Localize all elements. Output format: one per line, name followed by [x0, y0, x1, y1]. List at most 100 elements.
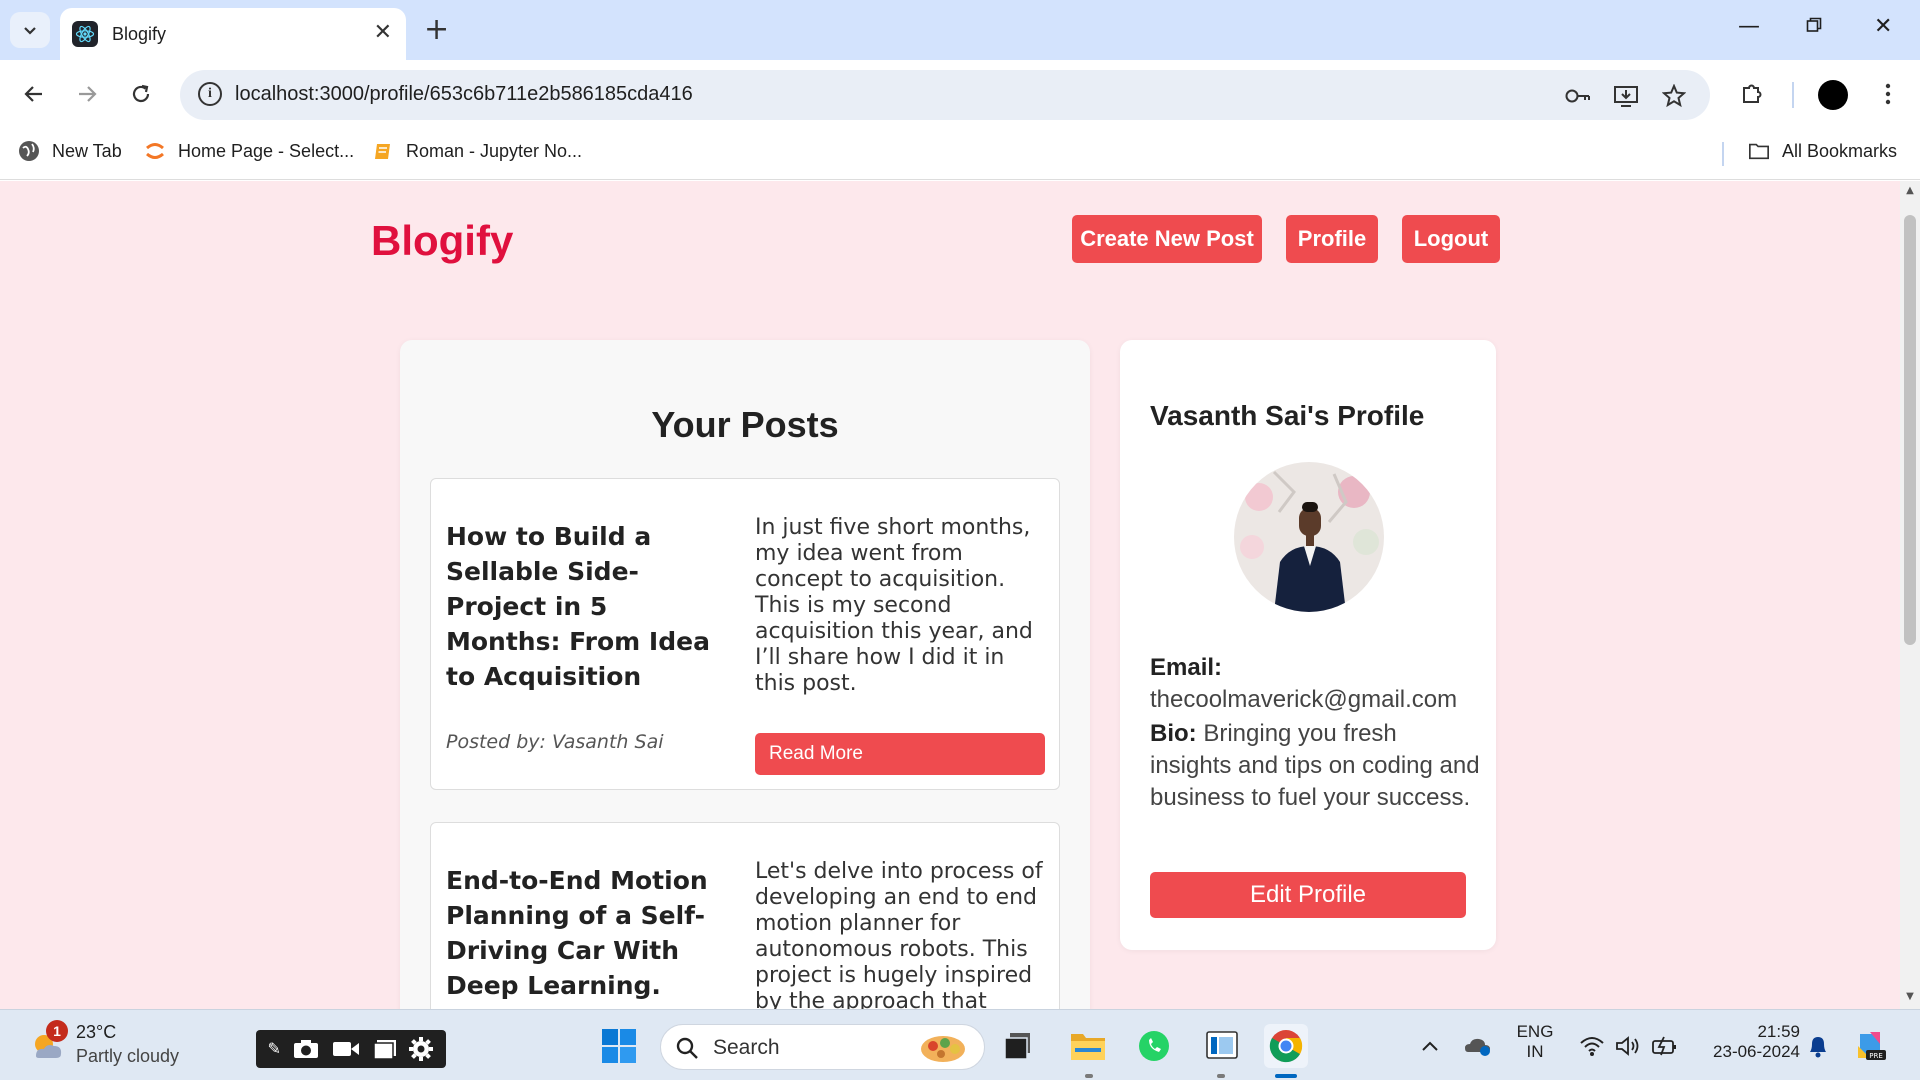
email-label: Email:	[1150, 654, 1223, 681]
forward-arrow-icon[interactable]	[73, 80, 101, 108]
clock-time: 21:59	[1757, 1022, 1800, 1041]
bookmark-label: New Tab	[52, 140, 122, 161]
bio-value: Bringing you fresh insights and tips on …	[1150, 720, 1480, 811]
window-capture-icon[interactable]	[372, 1038, 398, 1060]
bookmark-star-icon[interactable]	[1660, 82, 1688, 110]
camera-icon[interactable]	[292, 1038, 320, 1060]
show-hidden-icons-chevron-icon[interactable]	[1408, 1024, 1452, 1068]
logout-button[interactable]: Logout	[1402, 215, 1500, 263]
running-indicator	[1217, 1074, 1225, 1078]
windows-start-icon[interactable]	[597, 1024, 641, 1068]
password-key-icon[interactable]	[1564, 82, 1592, 110]
all-bookmarks-label: All Bookmarks	[1782, 140, 1898, 161]
kebab-menu-icon[interactable]	[1874, 80, 1902, 108]
whatsapp-icon[interactable]	[1132, 1024, 1176, 1068]
search-label: Search	[713, 1036, 780, 1059]
edit-profile-button[interactable]: Edit Profile	[1150, 872, 1466, 918]
all-bookmarks-button[interactable]: All Bookmarks	[1748, 140, 1897, 162]
weather-temperature[interactable]: 23°C	[76, 1022, 116, 1043]
bookmark-new-tab[interactable]: New Tab	[18, 140, 122, 162]
toolbar-divider	[1792, 82, 1794, 108]
weather-condition[interactable]: Partly cloudy	[76, 1046, 179, 1067]
address-bar[interactable]: i localhost:3000/profile/653c6b711e2b586…	[180, 70, 1710, 120]
page-scrollbar[interactable]: ▲ ▼	[1900, 181, 1920, 1009]
install-app-icon[interactable]	[1612, 82, 1640, 110]
post-title: How to Build a Sellable Side-Project in …	[446, 522, 710, 691]
profile-button[interactable]: Profile	[1286, 215, 1378, 263]
browser-tab-bar: Blogify ✕ + — ✕	[0, 0, 1920, 60]
bookmark-label: Home Page - Select...	[178, 140, 355, 161]
profile-name-heading: Vasanth Sai's Profile	[1150, 400, 1425, 431]
onedrive-cloud-icon[interactable]	[1456, 1024, 1500, 1068]
scroll-down-icon[interactable]: ▼	[1904, 991, 1916, 1002]
svg-text:PRE: PRE	[1869, 1052, 1883, 1060]
profile-avatar	[1234, 462, 1384, 612]
running-indicator	[1085, 1074, 1093, 1078]
url-text[interactable]: localhost:3000/profile/653c6b711e2b58618…	[235, 83, 693, 106]
search-icon	[676, 1037, 698, 1059]
taskbar-search-box[interactable]: Search	[660, 1024, 985, 1070]
post-author: Posted by: Vasanth Sai	[446, 731, 664, 753]
bookmark-label: Roman - Jupyter No...	[406, 140, 583, 161]
restore-icon[interactable]	[1806, 14, 1822, 39]
tab-search-button[interactable]	[10, 12, 50, 48]
react-favicon-icon	[72, 21, 98, 47]
jupyter-logo-icon	[144, 140, 166, 162]
profile-card: Vasanth Sai's Profile Email: thecoolmave…	[1120, 340, 1496, 950]
bookmarks-bar: New Tab Home Page - Select... Roman - Ju…	[0, 130, 1920, 180]
your-posts-card: Your Posts How to Build a Sellable Side-…	[400, 340, 1090, 1009]
active-app-indicator	[1275, 1074, 1297, 1078]
back-arrow-icon[interactable]	[20, 80, 48, 108]
tab-close-icon[interactable]: ✕	[374, 20, 392, 45]
chrome-icon[interactable]	[1264, 1024, 1308, 1068]
post-description: Let's delve into process of developing a…	[755, 859, 1043, 1009]
scroll-up-icon[interactable]: ▲	[1904, 185, 1916, 196]
language-indicator[interactable]: ENG IN	[1514, 1022, 1556, 1062]
site-brand[interactable]: Blogify	[371, 217, 513, 265]
region-code: IN	[1526, 1042, 1544, 1061]
clock-date: 23-06-2024	[1713, 1042, 1800, 1061]
file-explorer-icon[interactable]	[1066, 1024, 1110, 1068]
reload-icon[interactable]	[127, 80, 155, 108]
capture-toolbar: ✎	[256, 1030, 446, 1068]
clock[interactable]: 21:59 23-06-2024	[1700, 1022, 1800, 1062]
post-card: How to Build a Sellable Side-Project in …	[430, 478, 1060, 790]
window-close-icon[interactable]: ✕	[1874, 14, 1892, 39]
profile-avatar-icon[interactable]	[1818, 80, 1848, 110]
new-tab-plus-icon[interactable]: +	[424, 12, 449, 47]
store-app-icon[interactable]	[1200, 1024, 1244, 1068]
bookmarks-divider	[1722, 142, 1724, 166]
notification-bell-icon[interactable]	[1796, 1024, 1840, 1068]
bookmark-home-page[interactable]: Home Page - Select...	[144, 140, 354, 162]
folder-icon	[1748, 140, 1770, 162]
notebook-icon	[372, 140, 394, 162]
copilot-icon[interactable]: PRE	[1848, 1024, 1892, 1068]
search-highlight-icon	[921, 1036, 965, 1062]
read-more-button[interactable]: Read More	[755, 733, 1045, 775]
create-new-post-button[interactable]: Create New Post	[1072, 215, 1262, 263]
browser-tab[interactable]: Blogify ✕	[60, 8, 406, 60]
battery-charging-icon[interactable]	[1642, 1024, 1686, 1068]
snip-icon[interactable]: ✎	[267, 1039, 280, 1059]
post-card: End-to-End Motion Planning of a Self-Dri…	[430, 822, 1060, 1009]
taskbar: 1 23°C Partly cloudy ✎ Search ENG IN 21:…	[0, 1009, 1920, 1080]
extensions-puzzle-icon[interactable]	[1738, 80, 1766, 108]
globe-icon	[18, 140, 40, 162]
minimize-icon[interactable]: —	[1738, 14, 1760, 39]
settings-gear-icon[interactable]	[408, 1036, 434, 1062]
profile-email: Email: thecoolmaverick@gmail.com	[1150, 652, 1480, 716]
bookmark-roman-jupyter[interactable]: Roman - Jupyter No...	[372, 140, 582, 162]
video-camera-icon[interactable]	[331, 1039, 361, 1059]
weather-notification-badge: 1	[46, 1020, 68, 1042]
tab-title: Blogify	[112, 23, 167, 44]
web-page: Blogify Create New Post Profile Logout Y…	[0, 181, 1900, 1009]
site-info-icon[interactable]: i	[198, 82, 222, 106]
browser-toolbar: i localhost:3000/profile/653c6b711e2b586…	[0, 60, 1920, 130]
post-title: End-to-End Motion Planning of a Self-Dri…	[446, 866, 708, 1000]
bio-label: Bio:	[1150, 720, 1197, 747]
post-description: In just five short months, my idea went …	[755, 515, 1033, 696]
email-value: thecoolmaverick@gmail.com	[1150, 686, 1458, 713]
scroll-thumb[interactable]	[1904, 215, 1916, 645]
task-view-icon[interactable]	[996, 1024, 1040, 1068]
language-code: ENG	[1516, 1022, 1554, 1041]
